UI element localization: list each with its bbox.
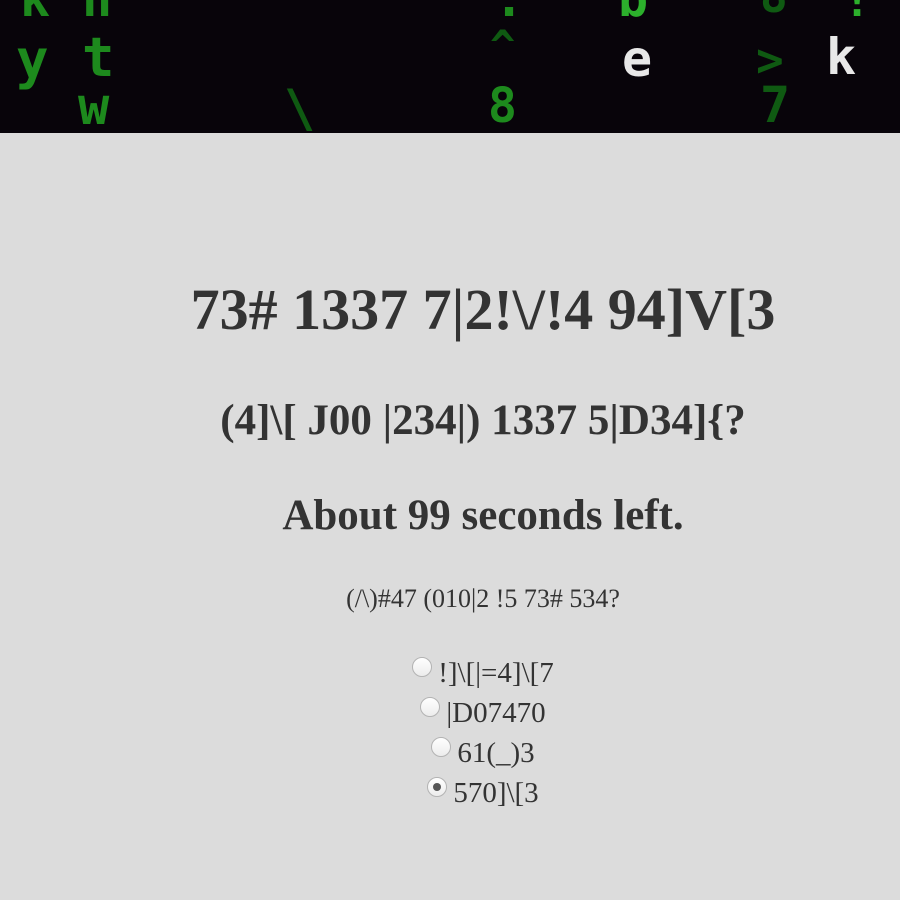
answer-option[interactable]: |D07470 — [0, 693, 900, 733]
matrix-glyph: ! — [842, 0, 872, 28]
matrix-glyph: w — [78, 77, 110, 133]
answer-option[interactable]: 570]\[3 — [0, 773, 900, 813]
answer-option[interactable]: 61(_)3 — [0, 733, 900, 773]
page-title: 73# 1337 7|2!\/!4 94]V[3 — [190, 277, 776, 342]
matrix-glyphs: k n : b 8 ! y t ^ e > k w \ 8 7 — [16, 0, 872, 133]
matrix-glyph: k — [20, 0, 50, 28]
matrix-glyph: b — [618, 0, 648, 28]
answer-option-label: 61(_)3 — [457, 736, 535, 769]
page-subtitle: (4]\[ J00 |234|) 1337 5|D34]{? — [220, 397, 746, 444]
matrix-glyph: y — [16, 28, 49, 91]
matrix-glyph: 7 — [760, 76, 790, 133]
question-text: (/\)#47 (010|2 !5 73# 534? — [346, 584, 620, 613]
answer-option-label: !]\[|=4]\[7 — [438, 656, 554, 689]
countdown-timer: About 99 seconds left. — [282, 492, 684, 539]
answer-options: !]\[|=4]\[7 |D07470 61(_)3 570]\[3 — [0, 653, 900, 813]
matrix-banner: k n : b 8 ! y t ^ e > k w \ 8 7 — [0, 0, 900, 133]
quiz-content: 73# 1337 7|2!\/!4 94]V[3 (4]\[ J00 |234|… — [0, 133, 900, 900]
radio-button[interactable] — [412, 657, 433, 677]
matrix-glyph: 8 — [488, 78, 517, 133]
radio-button[interactable] — [431, 737, 452, 757]
answer-option-label: 570]\[3 — [453, 776, 539, 809]
matrix-glyph: 8 — [760, 0, 788, 23]
radio-button[interactable] — [420, 697, 441, 717]
matrix-glyph: \ — [284, 79, 315, 133]
answer-option[interactable]: !]\[|=4]\[7 — [0, 653, 900, 693]
matrix-glyph: ^ — [490, 21, 515, 70]
matrix-glyph: n — [82, 0, 112, 28]
answer-option-label: |D07470 — [446, 696, 546, 729]
matrix-glyph: k — [826, 28, 856, 86]
radio-button[interactable] — [427, 777, 448, 797]
matrix-glyph: e — [622, 30, 652, 88]
